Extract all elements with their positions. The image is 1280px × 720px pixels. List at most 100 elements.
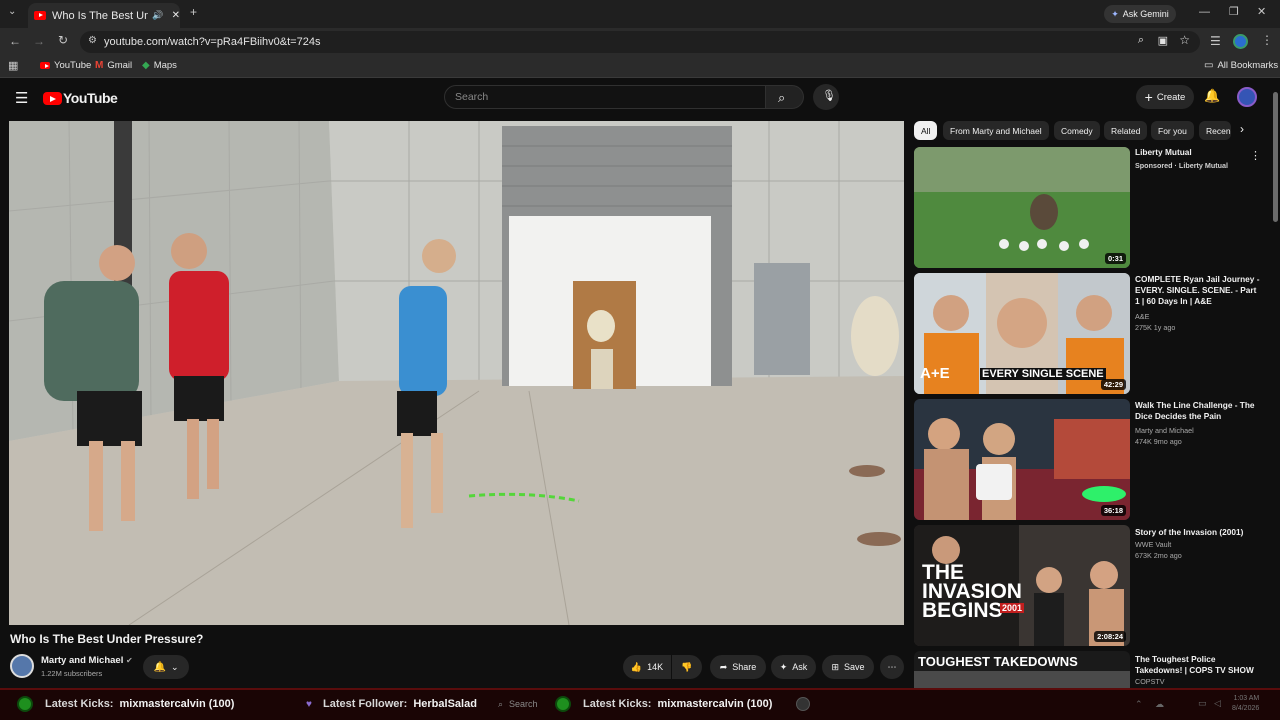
- rec-channel: Marty and Michael: [1135, 426, 1194, 435]
- verified-badge-icon: ✔: [126, 656, 133, 665]
- dislike-button[interactable]: 👎: [672, 655, 702, 679]
- forward-icon[interactable]: →: [33, 34, 45, 48]
- rec-menu-icon[interactable]: ⋮: [1250, 149, 1261, 162]
- bookmark-label: Maps: [153, 60, 177, 71]
- tray-volume-icon[interactable]: ◁: [1214, 698, 1221, 709]
- share-button[interactable]: ➦ Share: [710, 655, 766, 679]
- restore-icon[interactable]: ❐: [1229, 5, 1239, 18]
- youtube-favicon-icon: [34, 11, 46, 20]
- overlay-value: mixmastercalvin (100): [657, 698, 773, 710]
- channel-name-row[interactable]: Marty and Michael ✔: [41, 655, 133, 666]
- chip-recent[interactable]: Recen: [1199, 121, 1231, 140]
- create-button[interactable]: + Create: [1136, 85, 1194, 109]
- rec-title[interactable]: COMPLETE Ryan Jail Journey - EVERY. SING…: [1135, 274, 1260, 307]
- minimize-icon[interactable]: —: [1199, 6, 1210, 18]
- rec-channel: COPSTV: [1135, 677, 1165, 686]
- tray-cloud-icon[interactable]: ☁: [1155, 699, 1164, 710]
- rec-stats: 673K 2mo ago: [1135, 551, 1182, 560]
- tray-chevron-icon[interactable]: ⌃: [1135, 699, 1143, 710]
- rec-thumbnail[interactable]: THE INVASION BEGINS 2001 2:08:24: [914, 525, 1130, 646]
- apps-grid-icon[interactable]: ▦: [8, 59, 18, 72]
- chip-all[interactable]: All: [914, 121, 938, 140]
- subscribe-notification-button[interactable]: 🔔 ⌄: [143, 655, 189, 679]
- kick-logo-icon: [555, 696, 571, 712]
- voice-search-button[interactable]: 🎙: [813, 84, 839, 110]
- taskbar-clock[interactable]: 1:03 AM 8/4/2026: [1232, 694, 1259, 714]
- cast-icon[interactable]: ▣: [1158, 34, 1168, 47]
- gmail-icon: M: [95, 60, 104, 71]
- site-info-icon[interactable]: ⚙: [88, 35, 97, 46]
- reload-icon[interactable]: ↻: [58, 33, 68, 47]
- bookmark-maps[interactable]: ◆ Maps: [142, 60, 177, 71]
- maps-icon: ◆: [142, 60, 150, 71]
- more-icon: ⋯: [887, 661, 897, 672]
- create-label: Create: [1156, 91, 1186, 103]
- rec-title[interactable]: The Toughest Police Takedowns! | COPS TV…: [1135, 654, 1260, 676]
- hamburger-menu-icon[interactable]: ☰: [15, 89, 28, 107]
- address-bar[interactable]: ⚙ youtube.com/watch?v=pRa4FBiihv0&t=724s…: [80, 31, 1200, 53]
- ask-button[interactable]: ✦ Ask: [771, 655, 816, 679]
- chevron-down-icon: ⌄: [170, 661, 179, 672]
- tab-search-icon[interactable]: ⌄: [8, 6, 16, 17]
- taskbar-search[interactable]: ⌕ Search: [498, 699, 538, 710]
- rec-stats: 474K 9mo ago: [1135, 437, 1182, 446]
- bookmark-youtube[interactable]: YouTube: [40, 60, 91, 71]
- browser-tab[interactable]: Who Is The Best Under Pre 🔊 ✕: [28, 3, 180, 28]
- rec-title[interactable]: Walk The Line Challenge - The Dice Decid…: [1135, 400, 1260, 422]
- video-player[interactable]: [9, 121, 904, 625]
- reading-list-icon[interactable]: ☰: [1210, 34, 1221, 48]
- youtube-header: ☰ YouTube Search ⌕ 🎙 + Create 🔔: [0, 80, 1280, 116]
- chip-from-channel[interactable]: From Marty and Michael: [943, 121, 1049, 140]
- rec-thumbnail[interactable]: 0:31: [914, 147, 1130, 268]
- audio-icon[interactable]: 🔊: [152, 10, 163, 21]
- youtube-icon: [40, 62, 50, 69]
- more-actions-button[interactable]: ⋯: [880, 655, 904, 679]
- ask-gemini-button[interactable]: ✦ Ask Gemini: [1104, 5, 1176, 23]
- thumbnail-image: [914, 147, 1130, 268]
- browser-toolbar: ← → ↻ ⚙ youtube.com/watch?v=pRa4FBiihv0&…: [0, 28, 1280, 56]
- all-bookmarks[interactable]: ▭ All Bookmarks: [1204, 60, 1278, 71]
- rec-title[interactable]: Story of the Invasion (2001): [1135, 527, 1260, 538]
- tray-network-icon[interactable]: ▭: [1198, 698, 1207, 709]
- all-bookmarks-label: All Bookmarks: [1217, 60, 1279, 71]
- video-frame: [9, 121, 904, 625]
- rec-thumbnail[interactable]: 36:18: [914, 399, 1130, 520]
- youtube-logo[interactable]: YouTube: [43, 90, 118, 106]
- rec-channel: A&E: [1135, 312, 1150, 321]
- channel-avatar[interactable]: [10, 654, 34, 678]
- search-input[interactable]: Search: [444, 85, 766, 109]
- close-tab-icon[interactable]: ✕: [172, 10, 180, 21]
- account-avatar[interactable]: [1237, 87, 1257, 107]
- bookmark-label: Gmail: [107, 60, 133, 71]
- thumbnail-caption: EVERY SINGLE SCENE: [980, 368, 1106, 380]
- bookmark-gmail[interactable]: M Gmail: [95, 60, 132, 71]
- back-icon[interactable]: ←: [9, 34, 21, 48]
- rec-title[interactable]: Liberty Mutual: [1135, 147, 1260, 158]
- search-button[interactable]: ⌕: [766, 85, 804, 109]
- new-tab-button[interactable]: +: [190, 5, 197, 19]
- duration-badge: 36:18: [1100, 505, 1126, 516]
- rec-thumbnail[interactable]: A+E EVERY SINGLE SCENE 42:29: [914, 273, 1130, 394]
- zoom-icon[interactable]: ⌕: [1138, 34, 1144, 47]
- thumbs-up-icon: 👍: [630, 661, 643, 672]
- notifications-bell-icon[interactable]: 🔔: [1204, 88, 1220, 104]
- bookmark-star-icon[interactable]: ☆: [1179, 33, 1190, 47]
- thumbnail-year-badge: 2001: [1000, 603, 1025, 613]
- thumbs-down-icon: 👎: [681, 661, 693, 672]
- like-button[interactable]: 👍 14K: [623, 655, 671, 679]
- chevron-right-icon[interactable]: ›: [1240, 122, 1244, 136]
- chip-comedy[interactable]: Comedy: [1054, 121, 1100, 140]
- profile-avatar[interactable]: [1233, 34, 1248, 49]
- chip-related[interactable]: Related: [1104, 121, 1148, 140]
- stream-overlay-bar: Latest Kicks: mixmastercalvin (100) ♥ Lat…: [0, 688, 1280, 720]
- follower-heart-icon: ♥: [306, 699, 312, 710]
- save-button[interactable]: ⊞ Save: [822, 655, 874, 679]
- taskbar-app-icon[interactable]: [796, 697, 810, 711]
- chrome-menu-icon[interactable]: ⋮: [1261, 33, 1273, 47]
- bell-icon: 🔔: [153, 661, 166, 673]
- taskbar-search-label: Search: [509, 699, 538, 709]
- chip-for-you[interactable]: For you: [1151, 121, 1194, 140]
- close-window-icon[interactable]: ✕: [1257, 5, 1266, 18]
- rec-thumbnail[interactable]: TOUGHEST TAKEDOWNS: [914, 651, 1130, 688]
- scrollbar-thumb[interactable]: [1273, 92, 1278, 222]
